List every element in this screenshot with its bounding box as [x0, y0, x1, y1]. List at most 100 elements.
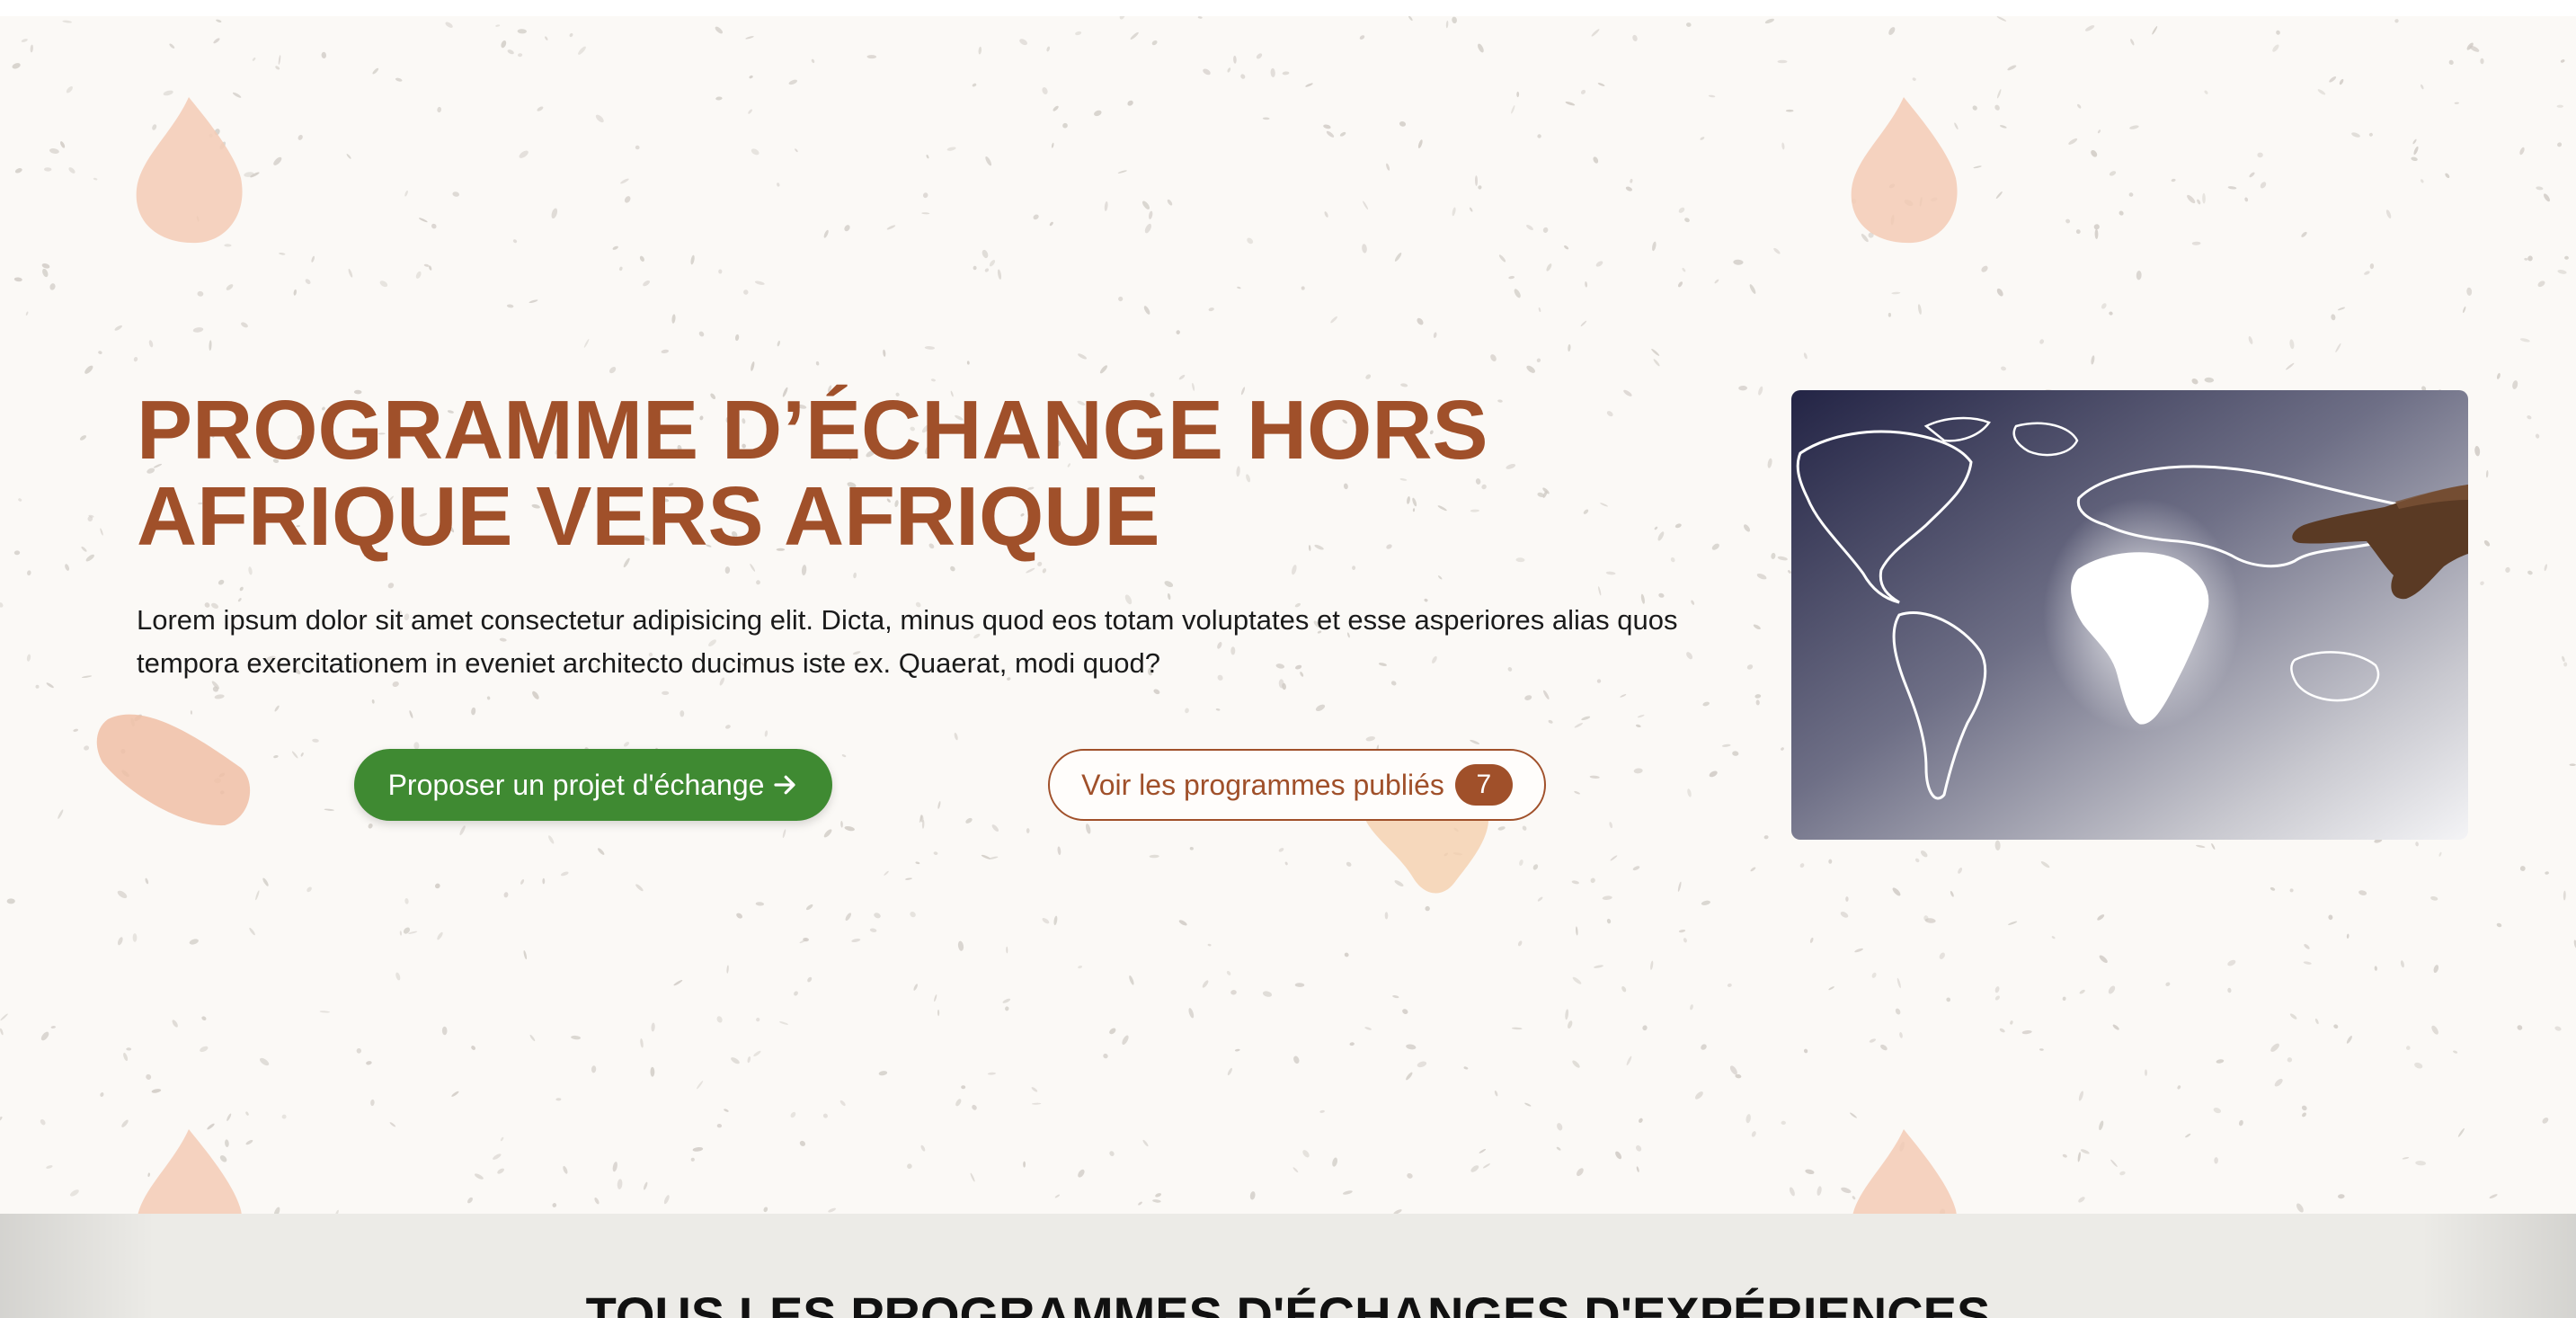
speckle — [213, 38, 220, 44]
speckle — [44, 167, 52, 172]
speckle — [471, 707, 476, 716]
speckle — [874, 913, 881, 919]
speckle — [1721, 744, 1731, 747]
paint-blob-top-left — [136, 97, 243, 244]
speckle — [501, 40, 507, 49]
speckle — [1019, 39, 1027, 46]
speckle — [591, 1065, 597, 1073]
speckle — [1690, 1004, 1693, 1011]
speckle — [747, 1055, 751, 1064]
speckle — [1642, 1025, 1648, 1031]
speckle — [1188, 1008, 1195, 1019]
speckle — [2556, 104, 2563, 108]
speckle — [1094, 110, 1102, 117]
speckle — [1511, 1027, 1523, 1030]
speckle — [1526, 365, 1536, 373]
speckle — [1408, 16, 1413, 22]
speckle — [1470, 739, 1480, 744]
speckle — [777, 183, 780, 187]
speckle — [49, 283, 56, 290]
speckle — [1639, 1118, 1643, 1123]
speckle — [1062, 122, 1068, 129]
speckle — [2010, 1020, 2013, 1025]
speckle — [1749, 284, 1756, 294]
speckle — [293, 289, 297, 296]
speckle — [869, 928, 877, 932]
speckle — [1208, 307, 1214, 312]
speckle — [1452, 207, 1456, 217]
speckle — [743, 289, 749, 295]
speckle — [431, 223, 437, 229]
speckle — [1109, 1151, 1115, 1156]
speckle — [1557, 1123, 1563, 1131]
speckle — [1006, 946, 1008, 954]
view-published-programs-button[interactable]: Voir les programmes publiés 7 — [1048, 749, 1546, 821]
speckle — [635, 145, 640, 150]
speckle — [1777, 59, 1788, 64]
speckle — [2535, 433, 2540, 439]
speckle — [2119, 1171, 2126, 1176]
speckle — [520, 878, 525, 885]
speckle — [1972, 105, 1977, 111]
speckle — [2480, 581, 2484, 585]
speckle — [2414, 1062, 2423, 1069]
speckle — [1478, 43, 1484, 53]
speckle — [2402, 1156, 2410, 1160]
speckle — [81, 546, 87, 552]
speckle — [2517, 1025, 2523, 1030]
speckle — [40, 1119, 46, 1126]
speckle — [811, 58, 815, 64]
view-programs-label: Voir les programmes publiés — [1081, 768, 1444, 801]
speckle — [2068, 138, 2078, 145]
speckle — [639, 255, 644, 262]
speckle — [1053, 105, 1059, 111]
speckle — [1234, 1048, 1240, 1052]
speckle — [2563, 662, 2568, 667]
speckle — [2545, 871, 2549, 875]
speckle — [1625, 186, 1632, 191]
speckle — [2339, 78, 2344, 85]
speckle — [2519, 866, 2526, 871]
speckle — [1142, 1139, 1149, 1147]
speckle — [1226, 970, 1231, 975]
speckle — [2301, 1105, 2307, 1111]
speckle — [578, 46, 586, 55]
speckle — [2335, 343, 2341, 353]
speckle — [1946, 997, 1951, 1002]
speckle — [2119, 210, 2124, 216]
speckle — [189, 939, 199, 945]
speckle — [1729, 1065, 1737, 1075]
speckle — [1227, 67, 1231, 73]
speckle — [1155, 1193, 1162, 1198]
speckle — [2204, 90, 2208, 94]
speckle — [1994, 840, 2001, 850]
speckle — [1524, 695, 1532, 700]
speckle — [389, 1122, 396, 1127]
speckle — [1708, 94, 1716, 98]
speckle — [2276, 30, 2280, 35]
speckle — [2433, 965, 2439, 974]
speckle — [612, 245, 618, 250]
speckle — [169, 43, 175, 49]
speckle — [2430, 895, 2438, 901]
speckle — [145, 877, 149, 885]
speckle — [1595, 261, 1603, 267]
speckle — [1078, 353, 1088, 360]
speckle — [49, 148, 59, 154]
speckle — [1751, 1131, 1756, 1137]
speckle — [305, 279, 311, 285]
speckle — [1546, 263, 1552, 272]
speckle — [1891, 291, 1901, 295]
speckle — [404, 898, 409, 904]
speckle — [1899, 1032, 1903, 1038]
propose-project-button[interactable]: Proposer un projet d'échange — [354, 749, 832, 821]
speckle — [997, 269, 1002, 280]
speckle — [84, 365, 93, 374]
speckle — [1470, 1165, 1479, 1172]
speckle — [777, 340, 780, 347]
speckle — [1809, 937, 1814, 943]
speckle — [40, 1031, 49, 1041]
speckle — [451, 1091, 459, 1097]
speckle — [1738, 385, 1747, 391]
speckle — [2374, 966, 2377, 971]
